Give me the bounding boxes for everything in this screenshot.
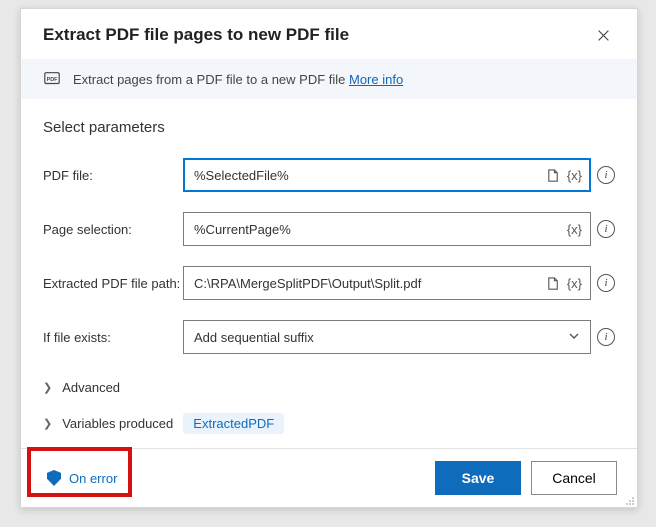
variable-picker-icon[interactable]: {x} [567, 168, 582, 183]
more-info-link[interactable]: More info [349, 72, 403, 87]
close-button[interactable] [591, 23, 615, 47]
dialog-footer: On error Save Cancel [21, 448, 637, 507]
expander-advanced[interactable]: ❯ Advanced [43, 374, 615, 401]
info-icon[interactable]: i [597, 328, 615, 346]
input-extracted-path-text[interactable] [192, 275, 540, 292]
expander-variables-label: Variables produced [62, 416, 173, 431]
on-error-button[interactable]: On error [41, 466, 123, 490]
shield-icon [47, 470, 61, 486]
input-pdf-file-text[interactable] [192, 167, 540, 184]
info-bar: PDF Extract pages from a PDF file to a n… [21, 59, 637, 99]
variable-picker-icon[interactable]: {x} [567, 276, 582, 291]
titlebar: Extract PDF file pages to new PDF file [21, 9, 637, 59]
section-heading: Select parameters [43, 119, 615, 136]
label-if-exists: If file exists: [43, 330, 183, 345]
row-if-exists: If file exists: Add sequential suffix i [43, 320, 615, 354]
chevron-right-icon: ❯ [43, 381, 52, 394]
row-pdf-file: PDF file: {x} i [43, 158, 615, 192]
input-pdf-file[interactable]: {x} [183, 158, 591, 192]
info-text: Extract pages from a PDF file to a new P… [73, 72, 403, 87]
input-page-selection[interactable]: {x} [183, 212, 591, 246]
pdf-icon: PDF [43, 70, 61, 88]
chevron-right-icon: ❯ [43, 417, 52, 430]
file-picker-icon[interactable] [546, 276, 561, 291]
label-extracted-path: Extracted PDF file path: [43, 276, 183, 291]
select-if-exists-value: Add sequential suffix [194, 330, 568, 345]
info-icon[interactable]: i [597, 274, 615, 292]
on-error-label: On error [69, 471, 117, 486]
row-extracted-path: Extracted PDF file path: {x} i [43, 266, 615, 300]
variable-chip[interactable]: ExtractedPDF [183, 413, 284, 434]
file-picker-icon[interactable] [546, 168, 561, 183]
label-pdf-file: PDF file: [43, 168, 183, 183]
info-icon[interactable]: i [597, 220, 615, 238]
select-if-exists[interactable]: Add sequential suffix [183, 320, 591, 354]
save-button[interactable]: Save [435, 461, 521, 495]
svg-text:PDF: PDF [47, 77, 58, 83]
input-extracted-path[interactable]: {x} [183, 266, 591, 300]
chevron-down-icon [568, 330, 580, 345]
expander-variables-produced[interactable]: ❯ Variables produced ExtractedPDF [43, 407, 615, 440]
row-page-selection: Page selection: {x} i [43, 212, 615, 246]
resize-grip-icon[interactable] [623, 493, 635, 505]
dialog-body: Select parameters PDF file: {x} i Page s… [21, 99, 637, 448]
cancel-button[interactable]: Cancel [531, 461, 617, 495]
dialog-title: Extract PDF file pages to new PDF file [43, 25, 591, 45]
variable-picker-icon[interactable]: {x} [567, 222, 582, 237]
expander-advanced-label: Advanced [62, 380, 120, 395]
dialog: Extract PDF file pages to new PDF file P… [20, 8, 638, 508]
label-page-selection: Page selection: [43, 222, 183, 237]
info-icon[interactable]: i [597, 166, 615, 184]
input-page-selection-text[interactable] [192, 221, 561, 238]
